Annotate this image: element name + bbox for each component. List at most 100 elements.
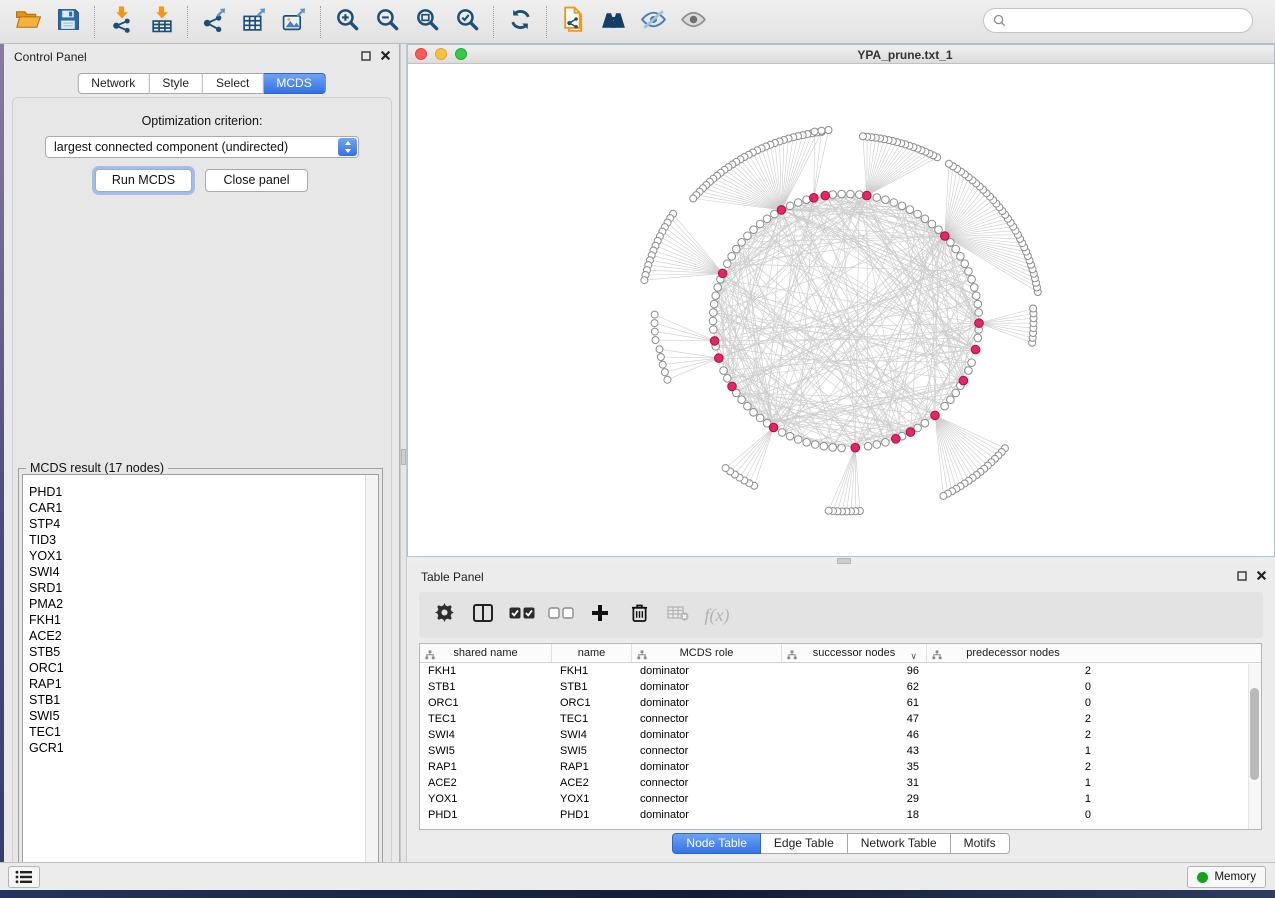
table-scrollbar-thumb[interactable] <box>1250 688 1259 780</box>
mcds-result-node[interactable]: STB1 <box>29 692 378 708</box>
cell: 0 <box>927 807 1099 823</box>
deselect-all-columns-button[interactable] <box>546 598 576 632</box>
close-window-button[interactable] <box>415 48 427 60</box>
mcds-result-node[interactable]: STP4 <box>29 516 378 532</box>
network-canvas[interactable] <box>408 64 1274 556</box>
table-row[interactable]: YOX1YOX1connector291 <box>420 791 1261 807</box>
cell: SWI5 <box>552 743 632 759</box>
tab-edge-table[interactable]: Edge Table <box>761 833 848 854</box>
zoom-window-button[interactable] <box>455 48 467 60</box>
import-table-button[interactable] <box>141 4 181 40</box>
network-window-title: YPA_prune.txt_1 <box>857 48 952 62</box>
run-mcds-button[interactable]: Run MCDS <box>95 169 192 192</box>
cell: 43 <box>782 743 927 759</box>
search-field[interactable] <box>983 8 1253 33</box>
mcds-result-node[interactable]: PMA2 <box>29 596 378 612</box>
mcds-result-node[interactable]: ORC1 <box>29 660 378 676</box>
mcds-list-scrollbar[interactable] <box>365 475 378 875</box>
mcds-result-node[interactable]: RAP1 <box>29 676 378 692</box>
zoom-out-button[interactable] <box>367 4 407 40</box>
task-history-button[interactable] <box>8 866 40 888</box>
table-row[interactable]: TEC1TEC1connector472 <box>420 711 1261 727</box>
memory-button[interactable]: Memory <box>1187 866 1266 888</box>
cell: SWI4 <box>552 727 632 743</box>
first-neighbors-button[interactable] <box>593 4 633 40</box>
float-panel-icon[interactable] <box>1237 571 1247 581</box>
tab-select[interactable]: Select <box>203 73 263 94</box>
tab-node-table[interactable]: Node Table <box>672 833 761 854</box>
table-row[interactable]: SWI5SWI5connector431 <box>420 743 1261 759</box>
table-scrollbar-track[interactable] <box>1248 664 1261 829</box>
horizontal-splitter[interactable] <box>407 557 1275 565</box>
control-panel-title: Control Panel <box>14 50 87 64</box>
export-table-button[interactable] <box>234 4 274 40</box>
export-image-button[interactable] <box>274 4 314 40</box>
column-header-shared-name[interactable]: shared name <box>420 644 552 662</box>
tab-mcds[interactable]: MCDS <box>263 73 325 94</box>
mcds-result-node[interactable]: ACE2 <box>29 628 378 644</box>
refresh-view-button[interactable] <box>500 4 540 40</box>
zoom-selected-button[interactable] <box>447 4 487 40</box>
tab-motifs[interactable]: Motifs <box>951 833 1010 854</box>
table-row[interactable]: ORC1ORC1dominator610 <box>420 695 1261 711</box>
open-file-button[interactable] <box>8 4 48 40</box>
mcds-result-node[interactable]: CAR1 <box>29 500 378 516</box>
search-input[interactable] <box>1012 11 1252 31</box>
show-all-button[interactable] <box>673 4 713 40</box>
delete-column-button[interactable] <box>624 598 654 632</box>
minimize-window-button[interactable] <box>435 48 447 60</box>
column-header-MCDS-role[interactable]: MCDS role <box>632 644 782 662</box>
mcds-result-node[interactable]: SWI4 <box>29 564 378 580</box>
save-session-button[interactable] <box>48 4 88 40</box>
add-column-button[interactable] <box>585 598 615 632</box>
hide-selected-button[interactable] <box>633 4 673 40</box>
mcds-result-node[interactable]: SWI5 <box>29 708 378 724</box>
cell: connector <box>632 791 782 807</box>
zoom-fit-button[interactable] <box>407 4 447 40</box>
column-header-predecessor-nodes[interactable]: predecessor nodes <box>927 644 1099 662</box>
zoom-in-button[interactable] <box>327 4 367 40</box>
table-row[interactable]: FKH1FKH1dominator962 <box>420 663 1261 679</box>
mcds-result-node[interactable]: YOX1 <box>29 548 378 564</box>
mcds-result-node[interactable]: SRD1 <box>29 580 378 596</box>
table-row[interactable]: STB1STB1dominator620 <box>420 679 1261 695</box>
export-image-icon <box>281 6 308 38</box>
float-panel-icon[interactable] <box>361 51 371 61</box>
mcds-result-node[interactable]: PHD1 <box>29 484 378 500</box>
mcds-result-node[interactable]: FKH1 <box>29 612 378 628</box>
tab-style[interactable]: Style <box>149 73 203 94</box>
table-row[interactable]: RAP1RAP1dominator352 <box>420 759 1261 775</box>
control-panel-tabs: NetworkStyleSelectMCDS <box>77 73 325 94</box>
criterion-select[interactable]: largest connected component (undirected) <box>45 136 359 158</box>
mcds-result-node[interactable]: TID3 <box>29 532 378 548</box>
close-panel-icon[interactable] <box>380 50 391 61</box>
share-network-button[interactable] <box>553 4 593 40</box>
mcds-result-node[interactable]: GCR1 <box>29 740 378 756</box>
export-network-button[interactable] <box>194 4 234 40</box>
close-panel-button[interactable]: Close panel <box>205 169 308 192</box>
select-all-columns-button[interactable] <box>507 598 537 632</box>
table-panel-tabs: Node TableEdge TableNetwork TableMotifs <box>407 833 1275 854</box>
split-view-button[interactable] <box>468 598 498 632</box>
table-row[interactable]: SWI4SWI4dominator462 <box>420 727 1261 743</box>
vertical-splitter[interactable] <box>400 44 407 862</box>
tab-network[interactable]: Network <box>77 73 149 94</box>
import-network-button[interactable] <box>101 4 141 40</box>
splitter-grip[interactable] <box>401 449 406 465</box>
table-row[interactable]: PHD1PHD1dominator180 <box>420 807 1261 823</box>
column-header-name[interactable]: name <box>552 644 632 662</box>
cell: 47 <box>782 711 927 727</box>
splitter-grip[interactable] <box>837 558 851 564</box>
column-header-successor-nodes[interactable]: successor nodes∨ <box>782 644 927 662</box>
import-network-icon <box>109 6 134 38</box>
table-settings-button[interactable] <box>429 598 459 632</box>
mcds-result-node[interactable]: STB5 <box>29 644 378 660</box>
cell: 2 <box>927 663 1099 679</box>
close-panel-icon[interactable] <box>1256 570 1267 581</box>
cell: ACE2 <box>552 775 632 791</box>
mcds-result-list[interactable]: PHD1CAR1STP4TID3YOX1SWI4SRD1PMA2FKH1ACE2… <box>22 474 379 876</box>
zoom-out-icon <box>375 7 400 37</box>
tab-network-table[interactable]: Network Table <box>848 833 951 854</box>
table-row[interactable]: ACE2ACE2connector311 <box>420 775 1261 791</box>
mcds-result-node[interactable]: TEC1 <box>29 724 378 740</box>
